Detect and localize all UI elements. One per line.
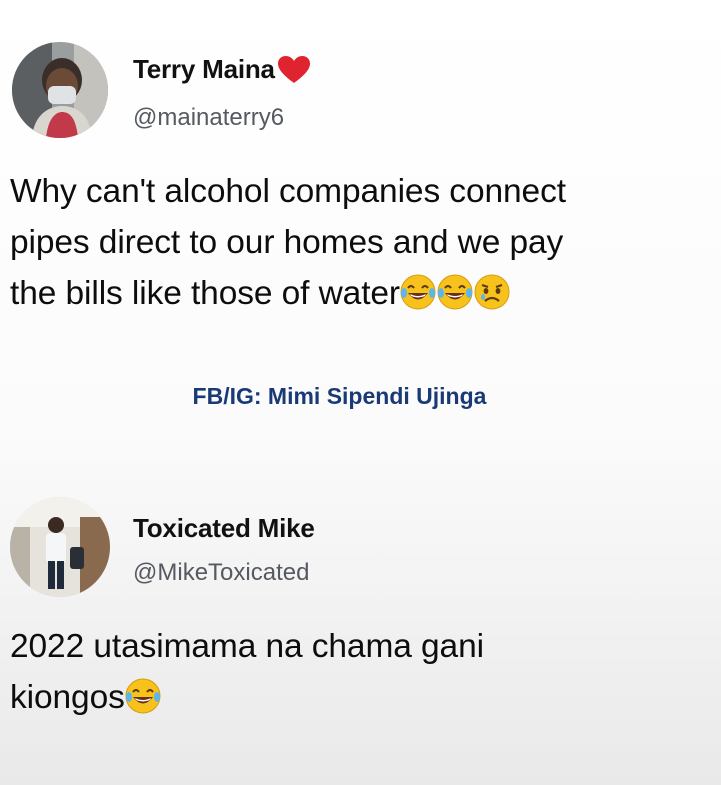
tweet-card: Terry Maina @mainaterry6 Why can't alcoh… bbox=[0, 38, 721, 312]
tweet-text-line-content: kiongos bbox=[10, 679, 125, 716]
laughing-tears-emoji bbox=[125, 678, 161, 714]
watermark-text: FB/IG: Mimi Sipendi Ujinga bbox=[192, 383, 487, 409]
user-handle[interactable]: @mainaterry6 bbox=[133, 104, 284, 132]
worried-face-emoji bbox=[474, 274, 510, 310]
avatar[interactable] bbox=[10, 497, 110, 597]
tweet-text-line: 2022 utasimama na chama gani bbox=[10, 628, 484, 665]
tweet-text: 2022 utasimama na chama gani kiongos bbox=[10, 621, 484, 723]
heart-icon bbox=[277, 55, 311, 85]
display-name[interactable]: Toxicated Mike bbox=[133, 513, 315, 544]
tweet-text-line-content: the bills like those of water bbox=[10, 275, 400, 312]
avatar[interactable] bbox=[12, 42, 108, 138]
tweet-text-line: kiongos bbox=[10, 672, 484, 723]
tweet-text: Why can't alcohol companies connect pipe… bbox=[10, 166, 566, 319]
tweet-text-line: pipes direct to our homes and we pay bbox=[10, 224, 564, 261]
name-row: Toxicated Mike bbox=[133, 513, 315, 544]
laughing-tears-emoji bbox=[400, 274, 436, 310]
display-name[interactable]: Terry Maina bbox=[133, 54, 275, 85]
tweet-header: Toxicated Mike @MikeToxicated bbox=[0, 495, 721, 605]
name-row: Terry Maina bbox=[133, 54, 311, 85]
tweet-text-line: the bills like those of water bbox=[10, 268, 566, 319]
tweet-card: Toxicated Mike @MikeToxicated 2022 utasi… bbox=[0, 495, 721, 716]
laughing-tears-emoji bbox=[437, 274, 473, 310]
tweet-text-line: Why can't alcohol companies connect bbox=[10, 173, 566, 210]
user-handle[interactable]: @MikeToxicated bbox=[133, 559, 309, 587]
tweet-header: Terry Maina @mainaterry6 bbox=[0, 38, 721, 148]
screenshot-page: Terry Maina @mainaterry6 Why can't alcoh… bbox=[0, 0, 721, 785]
